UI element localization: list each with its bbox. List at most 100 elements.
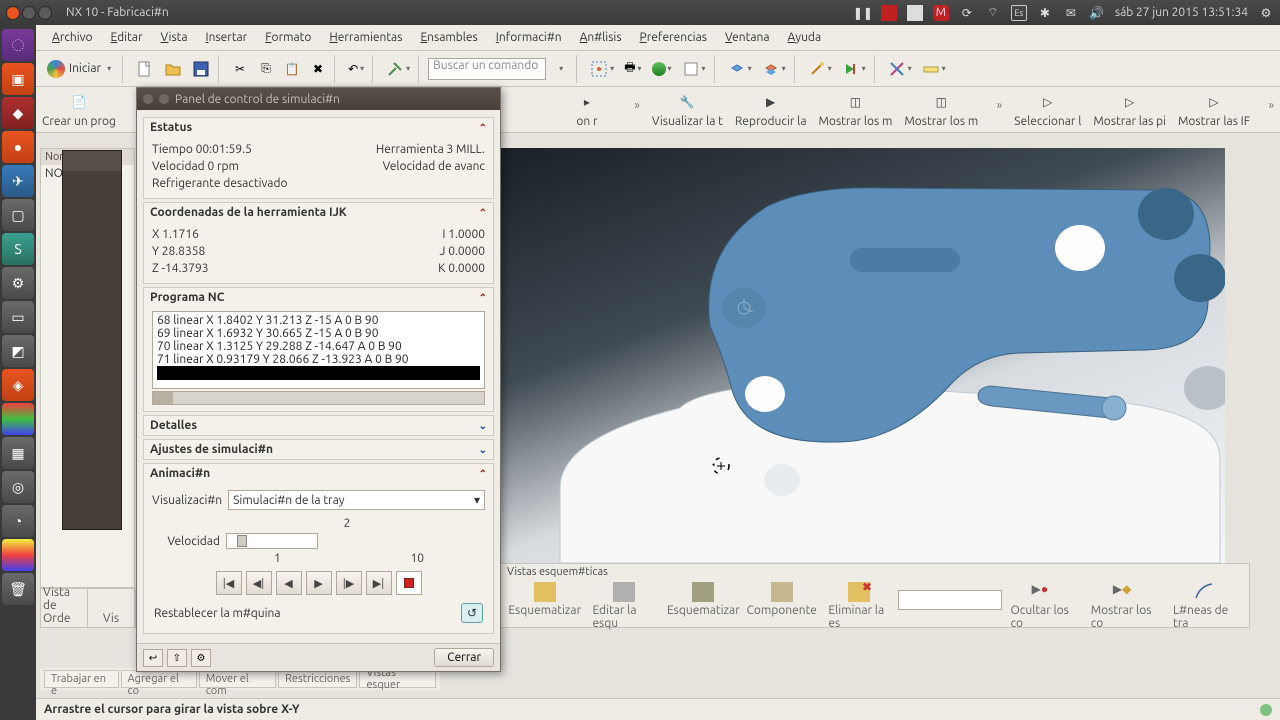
menu-vista[interactable]: Vista [153,28,196,47]
sim-panel-titlebar[interactable]: Panel de control de simulaci#n [137,88,500,110]
save-button[interactable] [188,55,214,83]
dash-icon[interactable]: ◌ [2,29,34,61]
cut-button[interactable]: ✂ [228,55,252,83]
menu-analisis[interactable]: An#lisis [572,28,630,47]
step-back-button[interactable]: ◀| [246,571,272,595]
app-icon[interactable]: ◆ [2,97,34,129]
menu-ensambles[interactable]: Ensambles [412,28,485,47]
overflow2[interactable]: » [991,87,1009,132]
sb-eliminar[interactable]: ✖Eliminar la es [820,580,897,632]
trash-icon[interactable]: 🗑 [2,573,34,605]
calc-icon[interactable]: ▦ [2,437,34,469]
sb-esquematizar[interactable]: Esquematizar [505,580,584,632]
tab-vista-orden[interactable]: Vista de Orde [41,589,88,627]
play-axis-button[interactable] [838,55,870,83]
rainbow-icon[interactable] [2,539,34,571]
new-file-button[interactable] [132,55,158,83]
minimize-window-icon[interactable] [22,6,36,20]
menu-archivo[interactable]: Archivo [44,28,101,47]
close-window-icon[interactable] [6,6,20,20]
nx-icon[interactable]: ◈ [2,369,34,401]
gear-icon[interactable]: ⚙ [1258,5,1274,21]
measure-button[interactable] [884,55,916,83]
messages-icon[interactable]: ✉ [1063,5,1079,21]
nc-header[interactable]: Programa NC [150,291,224,304]
sb-esq2[interactable]: Esquematizar [664,580,743,632]
settings-icon[interactable]: ⚙ [2,267,34,299]
sim-pin-icon[interactable] [159,94,169,104]
print-button[interactable]: 🖶 [620,55,645,83]
volume-icon[interactable]: 🔊 [1089,5,1105,21]
rg-mostrar2[interactable]: ◫Mostrar los m [898,87,984,132]
tray-update-icon[interactable]: ⟳ [959,5,975,21]
collapse-icon[interactable]: ⌃ [479,292,487,304]
collapse-icon[interactable]: ⌃ [479,207,487,219]
step-forward-button[interactable]: |▶ [336,571,362,595]
app2-icon[interactable]: ◎ [2,471,34,503]
nc-scrollbar[interactable] [152,391,485,405]
wand-button[interactable] [804,55,836,83]
assembly-button[interactable] [724,55,756,83]
rg-onr[interactable]: ▸on r [552,87,622,132]
collapse-icon[interactable]: ⌃ [479,468,487,480]
rg-mostrar1[interactable]: ◫Mostrar los m [813,87,899,132]
sb-mostrar[interactable]: ▶◆Mostrar los co [1083,580,1165,632]
tray-mail-icon[interactable]: M [933,5,949,21]
tool-icon[interactable]: ◩ [2,335,34,367]
section-ajustes[interactable]: Ajustes de simulaci#n⌄ [143,439,494,460]
bluetooth-icon[interactable]: ✱ [1037,5,1053,21]
coords-header[interactable]: Coordenadas de la herramienta IJK [150,206,347,219]
speed-slider[interactable] [226,533,318,549]
rg-crear-prog[interactable]: 📄Crear un prog [36,87,122,132]
delete-button[interactable]: ✖ [306,55,330,83]
telegram-icon[interactable]: ✈ [2,165,34,197]
assembly2-button[interactable] [758,55,790,83]
tray-pause-icon[interactable]: ❚❚ [855,5,871,21]
skype-icon[interactable]: S [2,233,34,265]
schematic-combo[interactable] [898,590,1003,610]
play-back-button[interactable]: ◀ [276,571,302,595]
search-drop[interactable] [548,55,572,83]
footer-back-button[interactable]: ↩ [143,649,163,667]
tray-wifi-icon[interactable]: ⌔ [985,5,1001,21]
tray-record-icon[interactable] [881,5,897,21]
graphics-viewport[interactable] [500,148,1225,563]
ruler-button[interactable] [918,55,950,83]
reset-machine-button[interactable]: ↺ [461,603,483,623]
select-scope-button[interactable] [586,55,618,83]
clock-icon[interactable]: ◔ [2,505,34,537]
menu-herramientas[interactable]: Herramientas [321,28,410,47]
menu-ayuda[interactable]: Ayuda [780,28,830,47]
menu-informacion[interactable]: Informaci#n [488,28,570,47]
section-detalles[interactable]: Detalles⌄ [143,415,494,436]
footer-up-button[interactable]: ⇧ [167,649,187,667]
btab-vistas[interactable]: Vistas esquer [359,670,436,688]
goto-end-button[interactable]: ▶| [366,571,392,595]
footer-settings-button[interactable]: ⚙ [191,649,211,667]
btab-mover[interactable]: Mover el com [199,670,276,688]
maximize-window-icon[interactable] [38,6,52,20]
close-panel-button[interactable]: Cerrar [434,648,494,667]
stop-button[interactable] [396,571,422,595]
menu-formato[interactable]: Formato [257,28,319,47]
files-icon[interactable]: ▣ [2,63,34,95]
rg-visualizar[interactable]: 🔧Visualizar la t [646,87,729,132]
btab-restr[interactable]: Restricciones [278,670,357,688]
tool-action-button[interactable] [382,55,414,83]
open-file-button[interactable] [160,55,186,83]
color-icon[interactable] [2,403,34,435]
overflow1[interactable]: » [628,87,646,132]
monitor-icon[interactable]: ▭ [2,301,34,333]
keyboard-layout-indicator[interactable]: Es [1011,5,1027,21]
goto-start-button[interactable]: |◀ [216,571,242,595]
expand-icon[interactable]: ⌄ [479,444,487,456]
btab-trabajar[interactable]: Trabajar en e [44,670,119,688]
nc-program-list[interactable]: 68 linear X 1.8402 Y 31.213 Z -15 A 0 B … [152,311,485,389]
menu-insertar[interactable]: Insertar [198,28,256,47]
expand-icon[interactable]: ⌄ [479,420,487,432]
btab-agregar[interactable]: Agregar el co [121,670,197,688]
undo-button[interactable]: ↶ [344,55,368,83]
tab-vis[interactable]: Vis [88,589,135,627]
rg-mostrar-pi[interactable]: ▷Mostrar las pi [1087,87,1172,132]
paste-button[interactable]: 📋 [280,55,304,83]
